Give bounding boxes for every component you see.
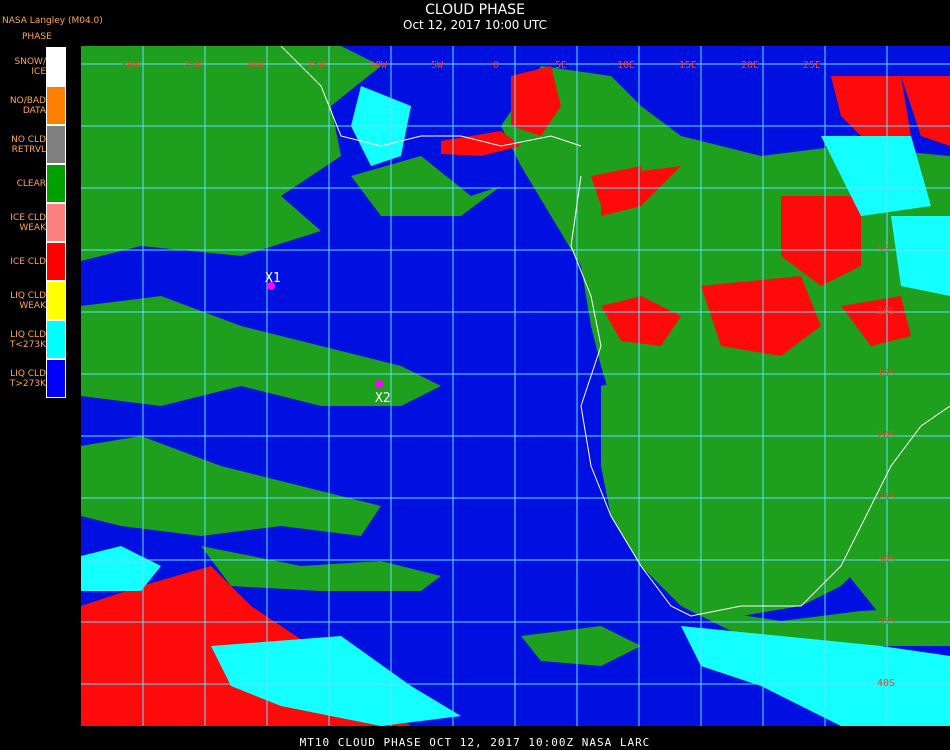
grid-label-lon: 10E [617, 60, 635, 71]
legend-item-label: LIQ CLD T>273K [9, 368, 46, 389]
grid-label-lon: 15W [307, 60, 326, 71]
grid-label-lon: 15E [679, 60, 697, 71]
provider-label: NASA Langley (M04.0) [2, 16, 103, 26]
legend-swatch [46, 164, 66, 203]
legend-item: NO CLD RETRVL [0, 125, 66, 164]
legend-item: SNOW/ ICE [0, 47, 66, 86]
legend-item: CLEAR [0, 164, 66, 203]
legend-item: ICE CLD [0, 242, 66, 281]
legend-item: LIQ CLD T>273K [0, 359, 66, 398]
map-canvas[interactable]: 30W 25W 20W 15W 10W 5W 0 5E 10E 15E 20E 25E 5S 10S 15… [81, 46, 950, 726]
grid-label-lon: 20W [245, 60, 264, 71]
grid-label-lat: 15S [877, 368, 895, 379]
grid-label-lon: 10W [369, 60, 388, 71]
legend-item-label: LIQ CLD T<273K [9, 329, 46, 350]
legend-item-label: ICE CLD WEAK [10, 212, 46, 233]
marker-x1-label: X1 [265, 271, 281, 286]
grid-label-lon: 20E [741, 60, 759, 71]
legend: SNOW/ ICE NO/BAD DATA NO CLD RETRVL CLEAR IC… [0, 47, 66, 398]
grid-label-lat: 25S [877, 492, 895, 503]
footer-caption: MT10 CLOUD PHASE OCT 12, 2017 10:00Z NAS… [299, 736, 651, 749]
legend-item-label: NO CLD RETRVL [11, 134, 46, 155]
legend-item-label: NO/BAD DATA [9, 95, 46, 116]
legend-item: LIQ CLD T<273K [0, 320, 66, 359]
satellite-map[interactable]: 30W 25W 20W 15W 10W 5W 0 5E 10E 15E 20E 25E 5S 10S 15… [81, 46, 950, 726]
grid-label-lat: 35S [877, 616, 895, 627]
legend-item: ICE CLD WEAK [0, 203, 66, 242]
grid-label-lat: 5S [877, 244, 889, 255]
legend-swatch [46, 86, 66, 125]
legend-item-label: CLEAR [16, 178, 46, 189]
grid-label-lat: 40S [877, 678, 895, 689]
marker-x2-dot[interactable] [375, 380, 383, 388]
legend-item: NO/BAD DATA [0, 86, 66, 125]
grid-label-lon: 0 [493, 60, 499, 71]
grid-label-lon: 25W [183, 60, 202, 71]
legend-item-label: SNOW/ ICE [14, 56, 46, 77]
grid-label-lon: 5E [555, 60, 567, 71]
grid-label-lat: 20S [877, 430, 895, 441]
legend-item: LIQ CLD WEAK [0, 281, 66, 320]
legend-item-label: LIQ CLD WEAK [10, 290, 46, 311]
page-title: CLOUD PHASE [425, 2, 525, 18]
grid-label-lon: 25E [803, 60, 821, 71]
grid-label-lat: 30S [877, 554, 895, 565]
page-subtitle: Oct 12, 2017 10:00 UTC [403, 18, 547, 32]
legend-swatch [46, 320, 66, 359]
legend-swatch [46, 242, 66, 281]
legend-swatch [46, 281, 66, 320]
legend-swatch [46, 125, 66, 164]
legend-item-label: ICE CLD [10, 256, 46, 267]
legend-swatch [46, 47, 66, 86]
marker-x2-label: X2 [375, 391, 391, 406]
legend-swatch [46, 203, 66, 242]
legend-title: PHASE [22, 32, 52, 42]
legend-swatch [46, 359, 66, 398]
grid-label-lat: 10S [877, 306, 895, 317]
grid-label-lon: 5W [431, 60, 444, 71]
grid-label-lon: 30W [121, 60, 140, 71]
